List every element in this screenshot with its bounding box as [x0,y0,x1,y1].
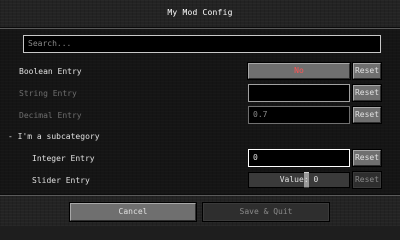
cancel-button[interactable]: Cancel [69,202,197,222]
decimal-entry-field[interactable]: 0.7 [248,106,350,124]
slider-value-text: Value: 0 [279,175,319,184]
footer-divider [0,194,400,196]
slider-reset-button[interactable]: Reset [352,171,382,189]
search-input[interactable]: Search... [23,35,381,53]
integer-reset-button[interactable]: Reset [352,149,382,167]
boolean-toggle-button[interactable]: No [247,62,351,80]
boolean-reset-button[interactable]: Reset [352,62,382,80]
integer-entry-field[interactable]: 0 [248,149,350,167]
string-reset-button[interactable]: Reset [352,84,382,102]
decimal-reset-button[interactable]: Reset [352,106,382,124]
save-and-quit-button[interactable]: Save & Quit [202,202,330,222]
subcategory-toggle[interactable]: - I'm a subcategory [8,132,100,141]
boolean-entry-label: Boolean Entry [19,67,82,76]
decimal-entry-label: Decimal Entry [19,111,82,120]
slider-entry-slider[interactable]: Value: 0 [248,172,350,188]
integer-entry-label: Integer Entry [32,154,95,163]
string-entry-field[interactable] [248,84,350,102]
slider-entry-label: Slider Entry [32,176,90,185]
page-title: My Mod Config [167,8,233,17]
string-entry-label: String Entry [19,89,77,98]
